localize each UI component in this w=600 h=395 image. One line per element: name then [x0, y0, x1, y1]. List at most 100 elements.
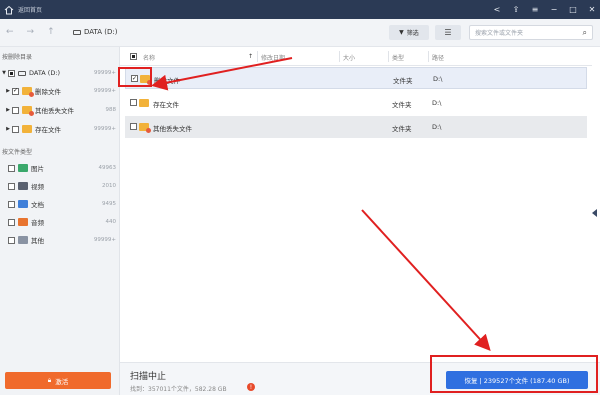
menu-icon[interactable]: ≡	[531, 5, 539, 15]
table-row[interactable]: 存在文件 文件夹 D:\	[125, 92, 587, 114]
row-name: 存在文件	[153, 101, 179, 109]
header-size[interactable]: 大小	[343, 53, 355, 62]
filter-icon: ▼	[399, 29, 404, 36]
type-item-label: 其他	[31, 237, 44, 245]
scan-found-summary: 找到：357011个文件，582.28 GB	[130, 386, 227, 393]
tree-item-label: 其他丢失文件	[35, 107, 74, 115]
section-file-types: 按文件类型	[2, 149, 33, 156]
header-modified[interactable]: 修改日期	[261, 53, 285, 62]
filter-label: 筛选	[406, 30, 419, 37]
title-bar: 返回首页 < ⇪ ≡ − □ ✕	[0, 0, 600, 19]
type-item-label: 文档	[31, 201, 44, 209]
checkbox[interactable]	[8, 236, 15, 244]
checkbox[interactable]	[12, 106, 19, 114]
row-name: 删除文件	[154, 77, 180, 85]
type-item-label: 音频	[31, 219, 44, 227]
export-icon[interactable]: ⇪	[512, 5, 520, 15]
tree-item-label: DATA (D:)	[29, 69, 61, 77]
row-checkbox[interactable]	[130, 123, 137, 130]
annotation-box-checkbox	[118, 67, 152, 87]
lock-icon: 🔒︎	[47, 376, 52, 384]
lost-folder-icon	[22, 106, 34, 116]
type-item-images[interactable]: 图片 49963	[0, 160, 120, 176]
row-checkbox[interactable]	[130, 99, 137, 106]
expand-arrow-icon[interactable]: ▼	[0, 70, 8, 76]
document-icon	[18, 200, 28, 208]
other-files-icon	[18, 236, 28, 244]
folder-icon	[139, 99, 149, 107]
checkbox[interactable]: ✓	[12, 87, 19, 95]
checkbox[interactable]	[8, 218, 15, 226]
home-icon[interactable]	[4, 5, 14, 15]
tree-item-label: 存在文件	[35, 126, 61, 134]
expand-arrow-icon[interactable]: ▶	[4, 126, 12, 132]
row-type: 文件夹	[392, 101, 412, 109]
share-icon[interactable]: <	[493, 5, 501, 15]
tree-item-label: 删除文件	[35, 88, 61, 96]
checkbox[interactable]	[12, 125, 19, 133]
row-path: D:\	[432, 123, 442, 131]
checkbox[interactable]	[8, 69, 15, 77]
type-item-audio[interactable]: 音频 440	[0, 214, 120, 230]
expand-arrow-icon[interactable]: ▶	[4, 88, 12, 94]
forward-arrow-icon[interactable]: →	[27, 27, 35, 37]
filter-button[interactable]: ▼ 筛选	[389, 25, 429, 40]
image-icon	[18, 164, 28, 172]
disk-icon	[18, 70, 26, 76]
breadcrumb-drive[interactable]: DATA (D:)	[84, 28, 117, 36]
lost-folder-icon	[139, 123, 151, 133]
checkbox[interactable]	[8, 200, 15, 208]
checkbox[interactable]	[8, 164, 15, 172]
table-row[interactable]: ✓ 删除文件 文件夹 D:\	[125, 67, 587, 89]
row-type: 文件夹	[392, 125, 412, 133]
item-count: 99999+	[93, 237, 116, 243]
activate-button[interactable]: 🔒︎ 激活	[5, 372, 111, 389]
annotation-box-recover	[430, 355, 598, 393]
tree-item-other-lost-files[interactable]: ▶ 其他丢失文件 988	[0, 102, 120, 118]
checkbox[interactable]	[8, 182, 15, 190]
type-item-documents[interactable]: 文档 9495	[0, 196, 120, 212]
item-count: 49963	[98, 165, 117, 171]
header-name[interactable]: 名称	[143, 53, 155, 62]
up-arrow-icon[interactable]: ↑	[47, 27, 55, 37]
toolbar: ← → ↑ DATA (D:) ▼ 筛选 ☰ 搜索文件或文件夹 ⌕	[0, 19, 600, 47]
item-count: 99999+	[93, 88, 116, 94]
header-path[interactable]: 路径	[432, 53, 444, 62]
tree-item-deleted-files[interactable]: ▶ ✓ 删除文件 99999+	[0, 83, 120, 99]
breadcrumb: DATA (D:)	[73, 28, 117, 36]
row-path: D:\	[432, 99, 442, 107]
video-icon	[18, 182, 28, 190]
folder-icon	[22, 125, 32, 133]
type-item-videos[interactable]: 视频 2010	[0, 178, 120, 194]
type-item-other[interactable]: 其他 99999+	[0, 232, 120, 248]
file-table: 名称 ↑ 修改日期 大小 类型 路径 ✓ 删除文件 文件夹 D:\ 存在文件 文…	[120, 47, 592, 362]
search-input[interactable]: 搜索文件或文件夹 ⌕	[469, 25, 593, 40]
row-path: D:\	[433, 75, 443, 83]
close-icon[interactable]: ✕	[588, 5, 596, 15]
preview-panel-toggle-icon[interactable]	[592, 209, 597, 217]
header-type[interactable]: 类型	[392, 53, 404, 62]
sort-arrow-icon[interactable]: ↑	[248, 53, 253, 60]
item-count: 2010	[102, 183, 116, 189]
tree-item-drive[interactable]: ▼ DATA (D:) 99999+	[0, 65, 120, 81]
item-count: 99999+	[93, 126, 116, 132]
item-count: 9495	[102, 201, 116, 207]
table-row[interactable]: 其他丢失文件 文件夹 D:\	[125, 116, 587, 138]
search-placeholder: 搜索文件或文件夹	[475, 30, 524, 37]
item-count: 99999+	[93, 70, 116, 76]
tree-item-existing-files[interactable]: ▶ 存在文件 99999+	[0, 121, 120, 137]
expand-arrow-icon[interactable]: ▶	[4, 107, 12, 113]
type-item-label: 图片	[31, 165, 44, 173]
select-all-checkbox[interactable]	[130, 53, 137, 60]
back-to-home-link[interactable]: 返回首页	[18, 5, 42, 14]
search-icon[interactable]: ⌕	[583, 28, 587, 38]
row-name: 其他丢失文件	[153, 125, 192, 133]
row-type: 文件夹	[393, 77, 413, 85]
back-arrow-icon[interactable]: ←	[6, 27, 14, 37]
minimize-icon[interactable]: −	[550, 5, 558, 15]
disk-icon	[73, 29, 81, 35]
warning-icon[interactable]: !	[247, 383, 255, 391]
type-item-label: 视频	[31, 183, 44, 191]
maximize-icon[interactable]: □	[569, 5, 577, 15]
view-menu-button[interactable]: ☰	[435, 25, 461, 40]
